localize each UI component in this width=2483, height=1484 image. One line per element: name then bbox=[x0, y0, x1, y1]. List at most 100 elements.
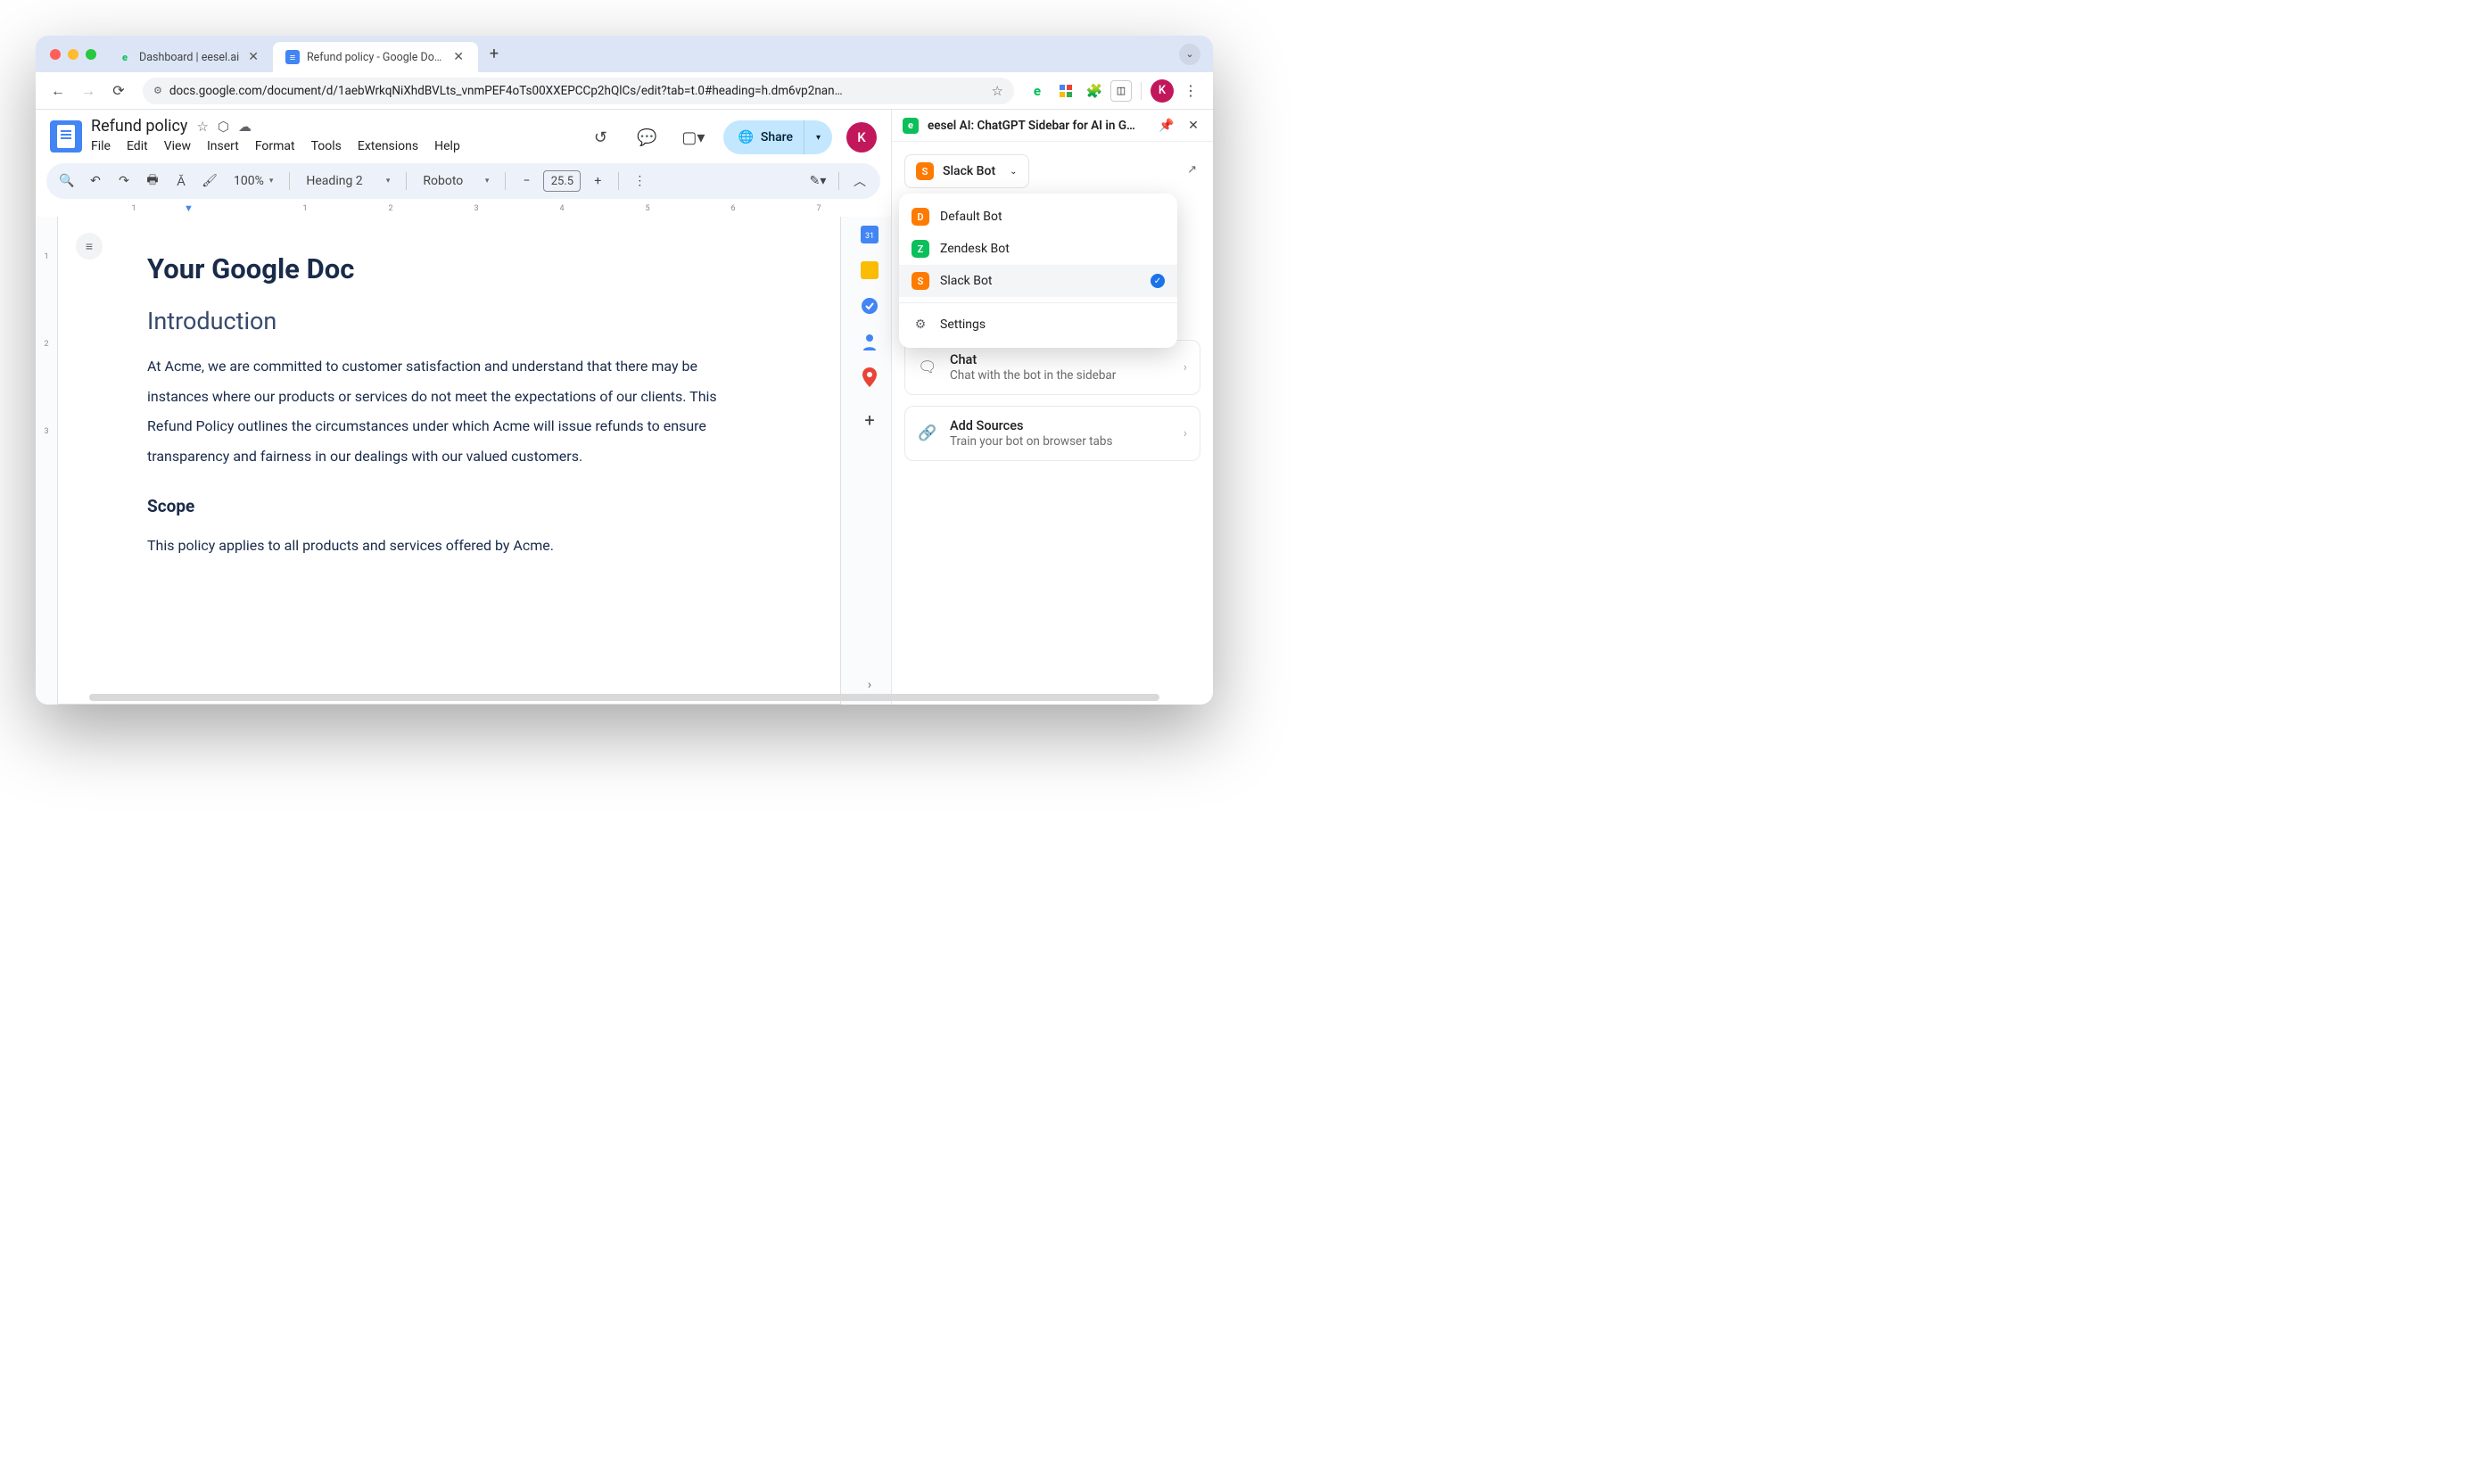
globe-icon: 🌐 bbox=[738, 130, 753, 144]
chat-card[interactable]: 🗨 Chat Chat with the bot in the sidebar … bbox=[904, 340, 1200, 395]
bot-badge-icon: D bbox=[912, 208, 929, 226]
address-bar: ← → ⟳ ⚙ docs.google.com/document/d/1aebW… bbox=[36, 72, 1213, 110]
history-icon[interactable]: ↺ bbox=[584, 121, 616, 153]
menu-view[interactable]: View bbox=[164, 139, 191, 153]
horizontal-ruler[interactable]: ▼ 1 1 2 3 4 5 6 7 bbox=[36, 201, 891, 217]
tab-dashboard[interactable]: e Dashboard | eesel.ai ✕ bbox=[105, 42, 273, 72]
close-tab-icon[interactable]: ✕ bbox=[246, 50, 260, 64]
extensions-menu-icon[interactable]: 🧩 bbox=[1082, 78, 1107, 103]
add-addon-icon[interactable]: + bbox=[861, 411, 879, 429]
indent-marker-icon[interactable]: ▼ bbox=[184, 202, 194, 214]
print-icon[interactable]: 🖶 bbox=[141, 169, 164, 193]
calendar-icon[interactable]: 31 bbox=[861, 226, 879, 243]
meet-icon[interactable]: ▢▾ bbox=[677, 121, 709, 153]
forward-button[interactable]: → bbox=[75, 78, 102, 104]
collapse-toolbar-icon[interactable]: ︿ bbox=[848, 169, 871, 193]
paint-format-icon[interactable]: 🖌 bbox=[198, 169, 221, 193]
bot-name: Slack Bot bbox=[940, 274, 993, 288]
close-tab-icon[interactable]: ✕ bbox=[451, 50, 466, 64]
increase-font-icon[interactable]: + bbox=[586, 169, 609, 193]
bot-option-zendesk[interactable]: Z Zendesk Bot bbox=[899, 233, 1177, 265]
cloud-status-icon[interactable]: ☁ bbox=[238, 119, 252, 135]
sidepanel-icon[interactable]: ◫ bbox=[1110, 80, 1132, 102]
minimize-window-icon[interactable] bbox=[68, 49, 78, 60]
profile-avatar[interactable]: K bbox=[1151, 79, 1174, 103]
url-text: docs.google.com/document/d/1aebWrkqNiXhd… bbox=[169, 84, 985, 98]
link-icon: 🔗 bbox=[918, 425, 937, 442]
hide-panel-icon[interactable]: › bbox=[861, 676, 879, 694]
expand-icon[interactable]: ↗ bbox=[1187, 163, 1197, 177]
menu-file[interactable]: File bbox=[91, 139, 111, 153]
menu-help[interactable]: Help bbox=[434, 139, 460, 153]
editing-mode-icon[interactable]: ✎▾ bbox=[806, 169, 829, 193]
url-input[interactable]: ⚙ docs.google.com/document/d/1aebWrkqNiX… bbox=[143, 78, 1014, 104]
formatting-toolbar: 🔍 ↶ ↷ 🖶 Ǎ 🖌 100%▾ Heading 2▾ Roboto▾ − 2… bbox=[46, 163, 880, 199]
menu-insert[interactable]: Insert bbox=[207, 139, 239, 153]
font-size-input[interactable]: 25.5 bbox=[543, 170, 581, 192]
settings-label: Settings bbox=[940, 317, 986, 332]
back-button[interactable]: ← bbox=[45, 78, 71, 104]
star-icon[interactable]: ☆ bbox=[196, 119, 208, 135]
google-docs-app: Refund policy ☆ ⬡ ☁ File Edit View Inser… bbox=[36, 110, 892, 705]
doc-heading-3[interactable]: Scope bbox=[147, 496, 751, 516]
vertical-ruler[interactable]: 1 2 3 bbox=[36, 217, 57, 705]
bot-selector[interactable]: S Slack Bot ⌄ bbox=[904, 154, 1029, 188]
bot-option-slack[interactable]: S Slack Bot ✓ bbox=[899, 265, 1177, 297]
style-selector[interactable]: Heading 2▾ bbox=[299, 174, 397, 188]
search-icon[interactable]: 🔍 bbox=[55, 169, 78, 193]
add-sources-card[interactable]: 🔗 Add Sources Train your bot on browser … bbox=[904, 406, 1200, 461]
tab-list-button[interactable]: ⌄ bbox=[1179, 44, 1200, 65]
site-info-icon[interactable]: ⚙ bbox=[153, 85, 162, 96]
docs-logo-icon[interactable] bbox=[50, 120, 82, 153]
doc-paragraph[interactable]: At Acme, we are committed to customer sa… bbox=[147, 351, 751, 471]
comments-icon[interactable]: 💬 bbox=[631, 121, 663, 153]
document-title[interactable]: Refund policy bbox=[91, 117, 187, 136]
tasks-icon[interactable] bbox=[861, 297, 879, 315]
tab-google-docs[interactable]: ≡ Refund policy - Google Docs ✕ bbox=[273, 42, 478, 72]
document-page[interactable]: ≡ Your Google Doc Introduction At Acme, … bbox=[57, 217, 841, 705]
spellcheck-icon[interactable]: Ǎ bbox=[169, 169, 193, 193]
menu-format[interactable]: Format bbox=[255, 139, 295, 153]
eesel-extension-icon[interactable]: e bbox=[1025, 78, 1050, 103]
doc-paragraph[interactable]: This policy applies to all products and … bbox=[147, 531, 751, 561]
reload-button[interactable]: ⟳ bbox=[105, 78, 132, 104]
pin-icon[interactable]: 📌 bbox=[1158, 119, 1176, 133]
card-title: Chat bbox=[950, 352, 1171, 367]
menu-extensions[interactable]: Extensions bbox=[358, 139, 418, 153]
menu-tools[interactable]: Tools bbox=[311, 139, 342, 153]
contacts-icon[interactable] bbox=[861, 333, 879, 350]
docs-favicon-icon: ≡ bbox=[285, 50, 300, 64]
decrease-font-icon[interactable]: − bbox=[515, 169, 538, 193]
font-selector[interactable]: Roboto▾ bbox=[416, 174, 496, 188]
close-window-icon[interactable] bbox=[50, 49, 61, 60]
close-icon[interactable]: ✕ bbox=[1184, 119, 1202, 133]
extension-title: eesel AI: ChatGPT Sidebar for AI in G… bbox=[928, 119, 1149, 133]
doc-heading-2[interactable]: Introduction bbox=[147, 307, 751, 335]
chevron-down-icon: ⌄ bbox=[1010, 167, 1017, 177]
new-tab-button[interactable]: + bbox=[482, 42, 507, 67]
horizontal-scrollbar[interactable] bbox=[89, 694, 892, 701]
keep-icon[interactable] bbox=[861, 261, 879, 279]
zoom-selector[interactable]: 100%▾ bbox=[227, 174, 280, 188]
menu-edit[interactable]: Edit bbox=[127, 139, 148, 153]
outline-toggle-icon[interactable]: ≡ bbox=[76, 233, 103, 260]
check-icon: ✓ bbox=[1151, 274, 1165, 288]
more-tools-icon[interactable]: ⋮ bbox=[628, 169, 651, 193]
settings-option[interactable]: ⚙ Settings bbox=[899, 309, 1177, 341]
share-button[interactable]: 🌐 Share ▾ bbox=[723, 120, 832, 154]
undo-icon[interactable]: ↶ bbox=[84, 169, 107, 193]
window-controls bbox=[43, 49, 105, 60]
maximize-window-icon[interactable] bbox=[86, 49, 96, 60]
redo-icon[interactable]: ↷ bbox=[112, 169, 136, 193]
doc-heading-1[interactable]: Your Google Doc bbox=[147, 252, 751, 285]
extension-icon[interactable] bbox=[1053, 78, 1078, 103]
share-dropdown-icon[interactable]: ▾ bbox=[804, 120, 825, 154]
move-icon[interactable]: ⬡ bbox=[218, 119, 229, 135]
chrome-menu-button[interactable]: ⋮ bbox=[1177, 78, 1204, 104]
menu-bar: File Edit View Insert Format Tools Exten… bbox=[91, 139, 575, 153]
account-avatar[interactable]: K bbox=[846, 122, 877, 153]
bot-option-default[interactable]: D Default Bot bbox=[899, 201, 1177, 233]
bookmark-star-icon[interactable]: ☆ bbox=[992, 83, 1003, 99]
maps-icon[interactable] bbox=[861, 368, 879, 386]
tab-title: Refund policy - Google Docs bbox=[307, 51, 444, 64]
